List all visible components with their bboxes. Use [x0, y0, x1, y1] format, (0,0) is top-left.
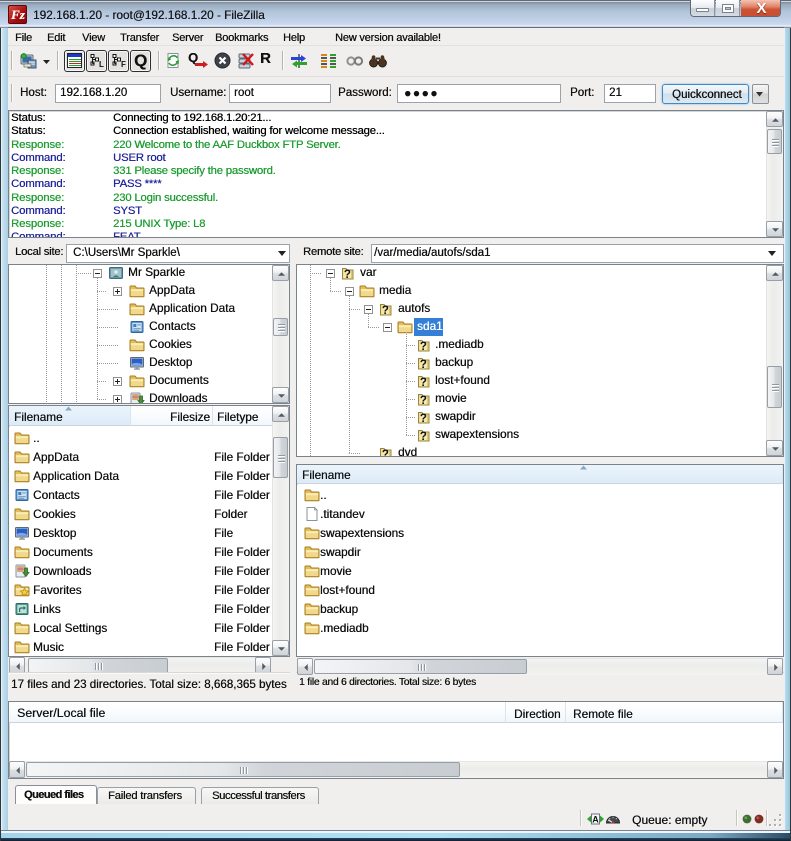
svg-text:?: ?	[420, 395, 427, 407]
svg-text:A: A	[592, 815, 599, 825]
svg-text:?: ?	[344, 269, 351, 281]
svg-text:?: ?	[420, 377, 427, 389]
svg-text:L: L	[99, 60, 104, 68]
svg-text:?: ?	[420, 359, 427, 371]
svg-text:?: ?	[382, 449, 389, 456]
svg-text:?: ?	[382, 305, 389, 317]
svg-text:?: ?	[420, 431, 427, 443]
svg-text:?: ?	[420, 341, 427, 353]
svg-text:?: ?	[420, 413, 427, 425]
svg-text:F: F	[121, 60, 126, 68]
